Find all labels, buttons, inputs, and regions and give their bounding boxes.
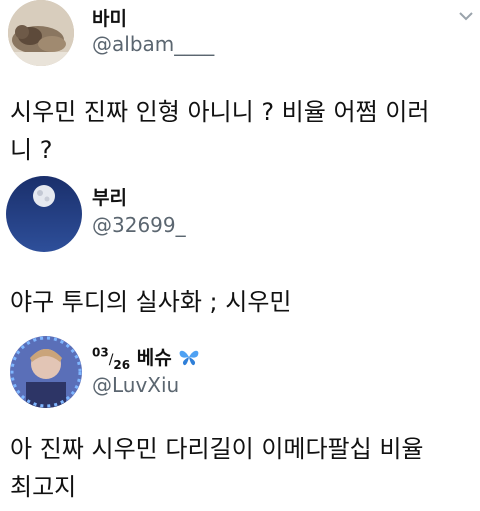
avatar-cat[interactable] [8,0,74,66]
tweet-2-text: 야구 투디의 실사화 ; 시우민 [10,288,292,316]
tweet-2: 부리 @32699_ 야구 투디의 실사화 ; 시우민 [0,170,480,330]
tweet-1-text: 시우민 진짜 인형 아니니 ? 비율 어쩜 이러 니 ? [10,98,430,164]
name-text: 베슈 [136,347,172,369]
name-date-month: 03 [92,345,109,360]
tweet-1: 바미 @albam____ 시우민 진짜 인형 아니니 ? 비율 어쩜 이러 니… [0,0,480,170]
moon-photo [6,176,82,252]
tweet-3-text: 아 진짜 시우민 다리길이 이메다팔십 비율 최고지 [10,435,424,501]
name-date-day: 26 [113,357,131,372]
tweet-2-author-handle[interactable]: @32699_ [92,213,186,237]
butterfly-icon [179,350,199,366]
tweet-1-author-name[interactable]: 바미 [92,4,127,31]
avatar-profile-photo[interactable] [10,336,82,408]
tweet-2-author-name[interactable]: 부리 [92,183,127,210]
chevron-down-icon[interactable] [458,10,474,22]
tweet-3-author-handle[interactable]: @LuvXiu [92,373,179,397]
tweet-3: 03/26 베슈 @LuvXiu 아 진짜 시우민 다리길이 이메다팔십 비율 … [0,330,480,511]
cat-photo [8,0,74,66]
tweet-3-author-name[interactable]: 03/26 베슈 [92,343,200,372]
avatar-moon[interactable] [6,176,82,252]
tweet-1-author-handle[interactable]: @albam____ [92,32,214,56]
person-photo [10,336,82,408]
